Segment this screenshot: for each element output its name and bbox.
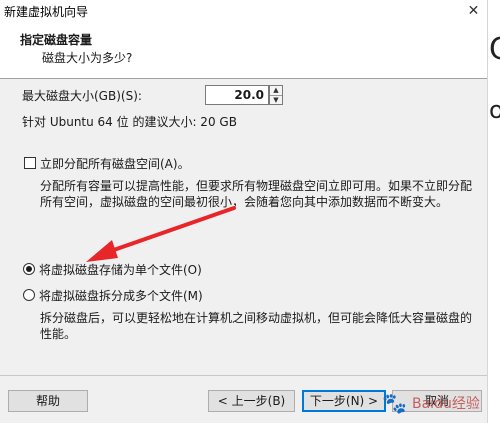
background-fragment: o: [489, 96, 500, 124]
footer-divider: [0, 375, 487, 376]
watermark-text: Baidu经验: [412, 396, 480, 412]
back-button[interactable]: < 上一步(B): [208, 390, 295, 412]
edge-line: [487, 0, 488, 423]
next-button[interactable]: 下一步(N) >: [302, 390, 386, 412]
background-fragment: C: [489, 32, 500, 67]
help-button[interactable]: 帮助: [8, 390, 88, 412]
annotation-arrow-shaft: [106, 206, 236, 254]
annotation-arrow: [86, 206, 236, 262]
annotation-arrow-head: [86, 240, 118, 262]
paw-icon: 🐾: [382, 391, 407, 415]
baidu-watermark: 🐾 Baidu经验: [382, 388, 487, 418]
new-vm-wizard-window: 新建虚拟机向导 ✕ 指定磁盘容量 磁盘大小为多少? 最大磁盘大小(GB)(S):…: [0, 0, 487, 423]
